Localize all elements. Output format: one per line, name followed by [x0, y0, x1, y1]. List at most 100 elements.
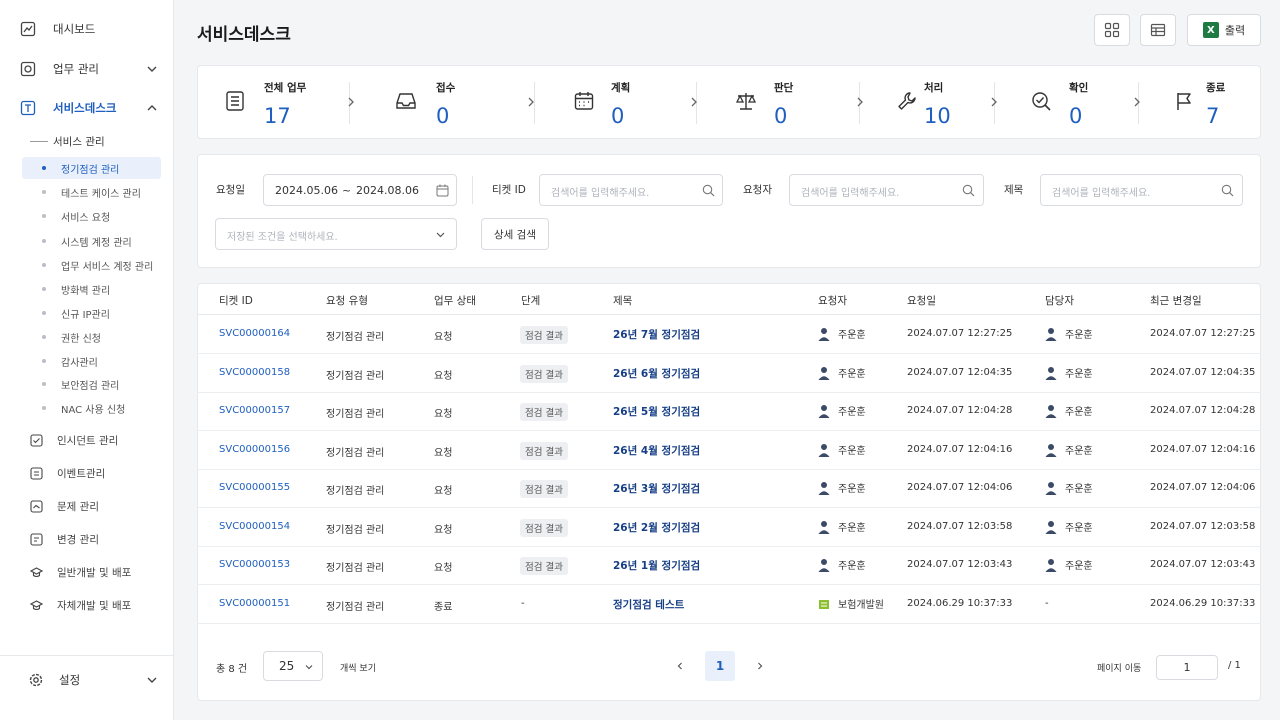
stat-judgment[interactable]: 판단 0: [718, 66, 868, 138]
sub-item-new-ip[interactable]: 신규 IP관리: [22, 302, 161, 324]
ticket-id-placeholder: 검색어를 입력해주세요.: [551, 188, 650, 199]
ticket-id-link[interactable]: SVC00000164: [219, 328, 290, 339]
stage-badge: 점검 결과: [520, 403, 568, 421]
ticket-title-link[interactable]: 26년 7월 정기점검: [613, 327, 700, 342]
search-icon[interactable]: [702, 184, 715, 197]
nav-event[interactable]: 이벤트관리: [0, 458, 174, 488]
ticket-title-link[interactable]: 26년 4월 정기점검: [613, 443, 700, 458]
sub-item-test-case[interactable]: 테스트 케이스 관리: [22, 181, 161, 203]
sub-item-label: NAC 사용 신청: [61, 404, 126, 416]
sub-item-security-inspection[interactable]: 보안점검 관리: [22, 373, 161, 395]
detail-search-button[interactable]: 상세 검색: [481, 218, 549, 250]
ticket-title-link[interactable]: 26년 6월 정기점검: [613, 366, 700, 381]
sub-item-system-account[interactable]: 시스템 계정 관리: [22, 230, 161, 252]
total-pages: / 1: [1228, 660, 1241, 671]
ticket-id-input[interactable]: 검색어를 입력해주세요.: [539, 174, 723, 206]
saved-condition-placeholder: 저장된 조건을 선택하세요.: [227, 232, 338, 243]
ticket-title-link[interactable]: 26년 5월 정기점검: [613, 404, 700, 419]
export-button[interactable]: X 출력: [1187, 14, 1261, 46]
search-icon[interactable]: [962, 184, 975, 197]
ticket-title-link[interactable]: 정기점검 테스트: [613, 597, 684, 612]
saved-condition-select[interactable]: 저장된 조건을 선택하세요.: [215, 218, 457, 250]
date-range-picker[interactable]: 2024.05.06 ~ 2024.08.06: [263, 174, 457, 206]
nav-general-dev[interactable]: 일반개발 및 배포: [0, 557, 174, 587]
ticket-id-link[interactable]: SVC00000158: [219, 367, 290, 378]
table-row[interactable]: SVC00000164 정기점검 관리 요청 점검 결과 26년 7월 정기점검 주운훈 2…: [197, 315, 1261, 354]
date-to: 2024.08.06: [356, 184, 419, 197]
request-type: 정기점검 관리: [326, 563, 385, 574]
ticket-title-link[interactable]: 26년 1월 정기점검: [613, 558, 700, 573]
ticket-id-link[interactable]: SVC00000153: [219, 559, 290, 570]
request-type: 정기점검 관리: [326, 525, 385, 536]
list-icon: [226, 91, 244, 111]
chevron-down-icon: [147, 677, 157, 683]
column-header-status[interactable]: 업무 상태: [434, 293, 476, 308]
title-input[interactable]: 검색어를 입력해주세요.: [1040, 174, 1243, 206]
column-header-request-type[interactable]: 요청 유형: [326, 293, 368, 308]
ticket-id-link[interactable]: SVC00000151: [219, 598, 290, 609]
stat-closed[interactable]: 종료 7: [1158, 66, 1258, 138]
requester-name: 보험개발원: [838, 600, 884, 611]
nav-settings[interactable]: 설정: [0, 665, 174, 695]
table-row[interactable]: SVC00000156 정기점검 관리 요청 점검 결과 26년 4월 정기점검 주운훈 2…: [197, 431, 1261, 470]
nav-task-management[interactable]: 업무 관리: [0, 54, 174, 84]
request-date: 2024.07.07 12:03:58: [907, 521, 1013, 532]
assignee-name: 주운훈: [1065, 407, 1093, 418]
table-row[interactable]: SVC00000154 정기점검 관리 요청 점검 결과 26년 2월 정기점검 주운훈 2…: [197, 508, 1261, 547]
sub-item-audit[interactable]: 감사관리: [22, 350, 161, 372]
title-label: 제목: [1004, 184, 1024, 196]
page-1-button[interactable]: 1: [705, 651, 735, 681]
stat-received[interactable]: 접수 0: [373, 66, 523, 138]
table-row[interactable]: SVC00000153 정기점검 관리 요청 점검 결과 26년 1월 정기점검 주운훈 2…: [197, 546, 1261, 585]
graduation-cap-icon: [30, 600, 43, 611]
sub-item-service-request[interactable]: 서비스 요청: [22, 205, 161, 227]
nav-problem[interactable]: 문제 관리: [0, 491, 174, 521]
column-header-request-date[interactable]: 요청일: [907, 293, 936, 308]
next-page-button[interactable]: [745, 651, 775, 681]
prev-page-button[interactable]: [665, 651, 695, 681]
page-size-select[interactable]: 25: [263, 651, 323, 681]
table-row[interactable]: SVC00000151 정기점검 관리 종료 - 정기점검 테스트 보험개발원 2024.0…: [197, 585, 1261, 624]
user-avatar-icon: [818, 558, 830, 572]
sub-item-firewall[interactable]: 방화벽 관리: [22, 278, 161, 300]
task-status: 요청: [434, 525, 453, 536]
stat-total[interactable]: 전체 업무 17: [198, 66, 348, 138]
requester-name: 주운훈: [838, 561, 866, 572]
chevron-left-icon: [677, 662, 682, 670]
sub-item-business-account[interactable]: 업무 서비스 계정 관리: [22, 254, 161, 276]
nav-service-desk[interactable]: 서비스데스크: [0, 93, 174, 123]
column-header-stage[interactable]: 단계: [521, 293, 540, 308]
ticket-id-link[interactable]: SVC00000154: [219, 521, 290, 532]
nav-change[interactable]: 변경 관리: [0, 524, 174, 554]
nav-internal-dev[interactable]: 자체개발 및 배포: [0, 590, 174, 620]
column-header-assignee[interactable]: 담당자: [1045, 293, 1074, 308]
table-view-button[interactable]: [1140, 14, 1176, 46]
table-row[interactable]: SVC00000155 정기점검 관리 요청 점검 결과 26년 3월 정기점검 주운훈 2…: [197, 469, 1261, 508]
last-updated: 2024.06.29 10:37:33: [1150, 598, 1256, 609]
column-header-title[interactable]: 제목: [613, 293, 632, 308]
check-search-icon: [1032, 92, 1051, 111]
text-box-icon: [20, 100, 36, 116]
grid-view-button[interactable]: [1094, 14, 1130, 46]
table-row[interactable]: SVC00000157 정기점검 관리 요청 점검 결과 26년 5월 정기점검 주운훈 2…: [197, 392, 1261, 431]
sub-item-periodic-inspection[interactable]: 정기점검 관리: [22, 157, 161, 179]
sub-item-permission[interactable]: 권한 신청: [22, 326, 161, 348]
nav-dashboard[interactable]: 대시보드: [0, 14, 174, 44]
ticket-id-link[interactable]: SVC00000156: [219, 444, 290, 455]
search-icon[interactable]: [1221, 184, 1234, 197]
ticket-id-link[interactable]: SVC00000157: [219, 405, 290, 416]
column-header-requester[interactable]: 요청자: [818, 293, 847, 308]
nav-incident[interactable]: 인시던트 관리: [0, 425, 174, 455]
wrench-icon: [898, 92, 916, 110]
goto-page-input[interactable]: 1: [1156, 655, 1218, 680]
ticket-title-link[interactable]: 26년 3월 정기점검: [613, 481, 700, 496]
column-header-ticket-id[interactable]: 티켓 ID: [219, 293, 253, 308]
requester-input[interactable]: 검색어를 입력해주세요.: [789, 174, 984, 206]
ticket-id-link[interactable]: SVC00000155: [219, 482, 290, 493]
column-header-updated[interactable]: 최근 변경일: [1150, 293, 1202, 308]
stat-plan[interactable]: 계획 0: [558, 66, 708, 138]
stat-value: 0: [611, 104, 625, 128]
ticket-title-link[interactable]: 26년 2월 정기점검: [613, 520, 700, 535]
table-row[interactable]: SVC00000158 정기점검 관리 요청 점검 결과 26년 6월 정기점검 주운훈 2…: [197, 354, 1261, 393]
sub-item-nac[interactable]: NAC 사용 신청: [22, 397, 161, 419]
